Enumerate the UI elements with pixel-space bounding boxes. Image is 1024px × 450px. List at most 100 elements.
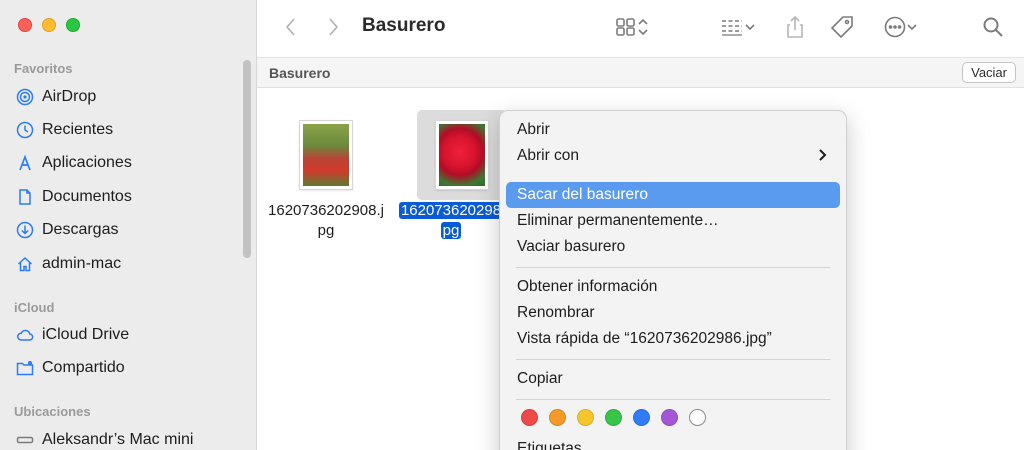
menu-separator bbox=[516, 267, 830, 268]
menu-item-get-info[interactable]: Obtener información bbox=[506, 274, 840, 300]
empty-trash-button[interactable]: Vaciar bbox=[962, 62, 1016, 83]
file-name-line1: 1620736202908.j bbox=[268, 202, 384, 219]
sidebar-item-label: Descargas bbox=[42, 221, 119, 238]
window-title: Basurero bbox=[362, 15, 446, 36]
sidebar-item-mac-mini[interactable]: Aleksandr’s Mac mini bbox=[16, 426, 236, 450]
search-button[interactable] bbox=[981, 13, 1005, 41]
window-controls bbox=[18, 18, 80, 32]
image-thumbnail bbox=[300, 121, 352, 189]
menu-item-put-back[interactable]: Sacar del basurero bbox=[506, 182, 840, 208]
back-button[interactable] bbox=[281, 13, 301, 41]
sidebar-item-label: Aleksandr’s Mac mini bbox=[42, 431, 194, 448]
sidebar-item-label: iCloud Drive bbox=[42, 326, 130, 343]
forward-button[interactable] bbox=[323, 13, 343, 41]
chevron-down-icon bbox=[907, 24, 917, 31]
grid-icon bbox=[616, 18, 635, 36]
menu-item-delete-permanently[interactable]: Eliminar permanentemente… bbox=[506, 208, 840, 234]
minimize-window-button[interactable] bbox=[42, 18, 56, 32]
menu-separator bbox=[516, 359, 830, 360]
sidebar: Favoritos AirDrop Recientes Aplicaciones… bbox=[0, 0, 257, 450]
sidebar-item-icloud-drive[interactable]: iCloud Drive bbox=[16, 321, 236, 349]
group-button[interactable] bbox=[715, 13, 761, 41]
search-icon bbox=[983, 17, 1003, 37]
applications-icon bbox=[16, 154, 34, 172]
sidebar-item-compartido[interactable]: Compartido bbox=[16, 354, 236, 382]
file-thumbnail[interactable] bbox=[431, 118, 493, 192]
menu-item-open-with[interactable]: Abrir con bbox=[506, 143, 840, 169]
sidebar-item-admin-mac[interactable]: admin-mac bbox=[16, 250, 236, 278]
clock-icon bbox=[16, 121, 34, 139]
sidebar-section-icloud: iCloud bbox=[14, 300, 55, 315]
file-name-line2: pg bbox=[440, 222, 462, 239]
tag-red[interactable] bbox=[521, 409, 538, 426]
sidebar-item-recientes[interactable]: Recientes bbox=[16, 116, 236, 144]
document-icon bbox=[16, 188, 34, 206]
sidebar-section-favorites: Favoritos bbox=[14, 61, 73, 76]
menu-item-label: Eliminar permanentemente… bbox=[517, 212, 719, 229]
file-name-selected[interactable]: 162073620298 pg bbox=[396, 201, 506, 241]
sidebar-item-descargas[interactable]: Descargas bbox=[16, 216, 236, 244]
chevron-right-icon bbox=[818, 148, 828, 166]
sidebar-item-label: Documentos bbox=[42, 188, 132, 205]
file-name-line2: pg bbox=[317, 222, 335, 239]
path-bar-title: Basurero bbox=[269, 65, 331, 81]
context-menu: Abrir Abrir con Sacar del basurero Elimi… bbox=[499, 110, 847, 450]
tag-blue[interactable] bbox=[633, 409, 650, 426]
share-icon bbox=[787, 15, 803, 38]
sidebar-item-documentos[interactable]: Documentos bbox=[16, 183, 236, 211]
sidebar-item-label: Recientes bbox=[42, 121, 114, 138]
chevron-left-icon bbox=[285, 18, 295, 36]
path-bar: Basurero Vaciar bbox=[257, 58, 1024, 88]
computer-icon bbox=[16, 431, 34, 449]
menu-separator bbox=[516, 399, 830, 400]
ellipsis-circle-icon bbox=[884, 16, 906, 38]
menu-item-label: Obtener información bbox=[517, 278, 658, 295]
menu-item-label: Renombrar bbox=[517, 304, 595, 321]
sidebar-section-locations: Ubicaciones bbox=[14, 404, 91, 419]
tag-color-row bbox=[521, 409, 706, 426]
menu-item-label: Vaciar basurero bbox=[517, 238, 626, 255]
up-down-chevron-icon bbox=[638, 18, 648, 36]
image-thumbnail bbox=[436, 121, 488, 189]
chevron-right-icon bbox=[329, 18, 339, 36]
tag-gray[interactable] bbox=[689, 409, 706, 426]
menu-item-label: Abrir bbox=[517, 121, 550, 138]
more-actions-button[interactable] bbox=[879, 13, 923, 41]
menu-item-label: Copiar bbox=[517, 370, 563, 387]
view-mode-button[interactable] bbox=[609, 13, 655, 41]
file-name[interactable]: 1620736202908.j pg bbox=[261, 201, 391, 241]
sidebar-scrollbar[interactable] bbox=[243, 60, 251, 258]
sidebar-item-aplicaciones[interactable]: Aplicaciones bbox=[16, 149, 236, 177]
file-name-line1: 162073620298 bbox=[398, 202, 504, 219]
menu-item-rename[interactable]: Renombrar bbox=[506, 300, 840, 326]
file-thumbnail[interactable] bbox=[295, 118, 357, 192]
menu-item-tags[interactable]: Etiquetas… bbox=[506, 436, 840, 450]
share-button[interactable] bbox=[783, 13, 807, 41]
home-icon bbox=[16, 255, 34, 273]
sidebar-item-label: admin-mac bbox=[42, 255, 122, 272]
menu-item-empty-trash[interactable]: Vaciar basurero bbox=[506, 234, 840, 260]
tag-purple[interactable] bbox=[661, 409, 678, 426]
tag-yellow[interactable] bbox=[577, 409, 594, 426]
menu-item-open[interactable]: Abrir bbox=[506, 117, 840, 143]
tags-button[interactable] bbox=[829, 13, 855, 41]
menu-item-copy[interactable]: Copiar bbox=[506, 366, 840, 392]
tag-orange[interactable] bbox=[549, 409, 566, 426]
zoom-window-button[interactable] bbox=[66, 18, 80, 32]
cloud-icon bbox=[16, 326, 34, 344]
group-grid-icon bbox=[722, 20, 742, 36]
close-window-button[interactable] bbox=[18, 18, 32, 32]
sidebar-item-airdrop[interactable]: AirDrop bbox=[16, 83, 236, 111]
chevron-down-icon bbox=[745, 24, 755, 31]
sidebar-item-label: AirDrop bbox=[42, 88, 97, 105]
menu-item-label: Etiquetas… bbox=[517, 440, 598, 450]
menu-item-label: Abrir con bbox=[517, 147, 580, 164]
toolbar: Basurero bbox=[257, 0, 1024, 58]
tag-icon bbox=[830, 16, 853, 39]
shared-folder-icon bbox=[16, 359, 34, 377]
download-icon bbox=[16, 221, 34, 239]
menu-item-label: Vista rápida de “1620736202986.jpg” bbox=[517, 330, 772, 347]
tag-green[interactable] bbox=[605, 409, 622, 426]
menu-item-quick-look[interactable]: Vista rápida de “1620736202986.jpg” bbox=[506, 326, 840, 352]
airdrop-icon bbox=[16, 88, 34, 106]
